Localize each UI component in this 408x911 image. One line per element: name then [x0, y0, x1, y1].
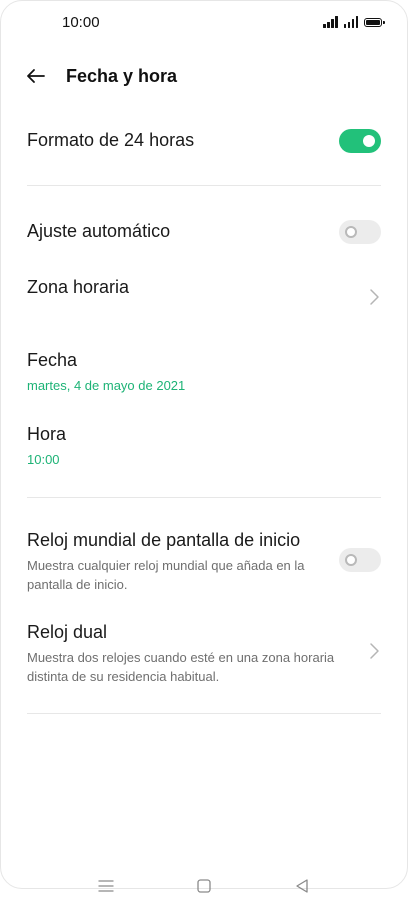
chevron-right-icon — [370, 289, 379, 305]
app-header: Fecha y hora — [0, 56, 408, 96]
toggle-knob — [345, 554, 357, 566]
setting-time-label: Hora — [27, 424, 67, 444]
setting-time-zone[interactable]: Zona horaria — [0, 266, 408, 326]
setting-date-label: Fecha — [27, 350, 78, 370]
setting-world-clock-label: Reloj mundial de pantalla de inicio — [27, 530, 301, 550]
back-triangle-icon[interactable] — [292, 876, 312, 896]
toggle-knob — [363, 135, 375, 147]
navigation-bar — [0, 868, 408, 904]
setting-time[interactable]: Hora 10:00 — [0, 414, 408, 474]
setting-date[interactable]: Fecha martes, 4 de mayo de 2021 — [0, 340, 408, 400]
setting-date-value: martes, 4 de mayo de 2021 — [27, 378, 186, 393]
setting-world-clock[interactable]: Reloj mundial de pantalla de inicio Mues… — [0, 520, 408, 600]
setting-world-clock-description: Muestra cualquier reloj mundial que añad… — [27, 558, 305, 592]
world-clock-toggle[interactable] — [339, 548, 381, 572]
battery-icon — [364, 18, 385, 27]
auto-adjust-toggle[interactable] — [339, 220, 381, 244]
chevron-right-icon — [370, 643, 379, 659]
divider — [27, 185, 381, 186]
status-bar: 10:00 — [0, 0, 408, 44]
toggle-knob — [345, 226, 357, 238]
back-arrow-icon — [27, 69, 45, 83]
setting-auto-adjust[interactable]: Ajuste automático — [0, 210, 408, 254]
back-button[interactable] — [22, 62, 50, 90]
setting-dual-clock-description: Muestra dos relojes cuando esté en una z… — [27, 650, 335, 684]
status-icons — [323, 14, 385, 28]
setting-24h-format-label: Formato de 24 horas — [27, 130, 195, 150]
page-title: Fecha y hora — [66, 66, 178, 86]
setting-dual-clock-label: Reloj dual — [27, 622, 108, 642]
divider — [27, 497, 381, 498]
setting-time-value: 10:00 — [27, 452, 60, 467]
menu-icon[interactable] — [96, 876, 116, 896]
home-icon[interactable] — [194, 876, 214, 896]
setting-auto-adjust-label: Ajuste automático — [27, 221, 171, 241]
signal-icon — [323, 16, 338, 28]
setting-time-zone-label: Zona horaria — [27, 277, 130, 297]
status-time: 10:00 — [62, 14, 100, 31]
divider — [27, 713, 381, 714]
setting-dual-clock[interactable]: Reloj dual Muestra dos relojes cuando es… — [0, 612, 408, 692]
setting-24h-format[interactable]: Formato de 24 horas — [0, 120, 408, 164]
24h-format-toggle[interactable] — [339, 129, 381, 153]
signal-icon — [343, 16, 358, 28]
